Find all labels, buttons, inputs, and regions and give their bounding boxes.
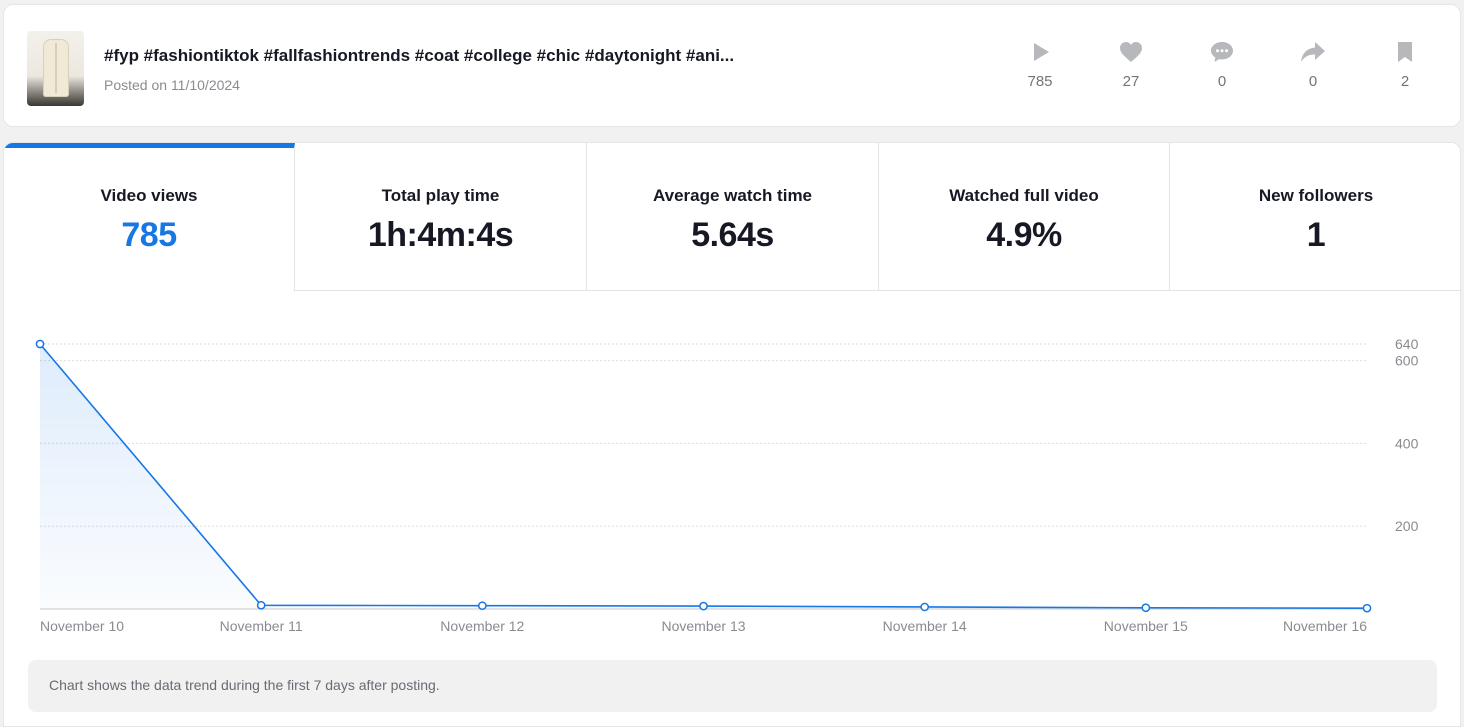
y-tick-label: 600 bbox=[1395, 353, 1419, 369]
heart-icon bbox=[1120, 42, 1142, 62]
tab-video-views[interactable]: Video views 785 bbox=[4, 143, 295, 291]
stat-comments: 0 bbox=[1192, 41, 1252, 90]
stat-likes-value: 27 bbox=[1122, 73, 1140, 90]
stat-saves-value: 2 bbox=[1400, 73, 1410, 90]
tab-average-watch-time-label: Average watch time bbox=[652, 186, 813, 205]
post-title[interactable]: #fyp #fashiontiktok #fallfashiontrends #… bbox=[104, 46, 734, 66]
video-thumbnail[interactable] bbox=[27, 31, 84, 106]
data-point bbox=[477, 601, 487, 611]
views-chart: 200 400 600 640 November 10 November 11 Novemb… bbox=[4, 313, 1460, 643]
x-tick-label: November 16 bbox=[1283, 618, 1367, 634]
stat-views-value: 785 bbox=[1027, 73, 1053, 90]
data-point bbox=[35, 339, 45, 349]
views-chart-svg: 200 400 600640 November 10 November 11 Novemb… bbox=[35, 336, 1419, 634]
x-tick-label: November 10 bbox=[40, 618, 124, 634]
data-point bbox=[1141, 603, 1151, 613]
data-point bbox=[920, 602, 930, 612]
tab-watched-full-video-value: 4.9% bbox=[986, 216, 1062, 254]
series-area bbox=[40, 344, 1367, 609]
x-tick-label: November 12 bbox=[440, 618, 524, 634]
x-tick-label: November 15 bbox=[1104, 618, 1188, 634]
tab-new-followers-label: New followers bbox=[1258, 186, 1374, 205]
stat-shares: 0 bbox=[1283, 41, 1343, 90]
tab-watched-full-video[interactable]: Watched full video 4.9% bbox=[879, 143, 1170, 291]
bookmark-icon bbox=[1398, 42, 1412, 62]
share-icon bbox=[1301, 42, 1325, 62]
tab-total-play-time[interactable]: Total play time 1h:4m:4s bbox=[295, 143, 587, 291]
data-point bbox=[699, 601, 708, 611]
stat-likes: 27 bbox=[1101, 41, 1161, 90]
tab-video-views-label: Video views bbox=[100, 186, 198, 205]
stat-saves: 2 bbox=[1375, 41, 1435, 90]
tab-new-followers[interactable]: New followers 1 bbox=[1170, 143, 1460, 291]
x-tick-label: November 14 bbox=[883, 618, 967, 634]
x-tick-label: November 13 bbox=[661, 618, 745, 634]
tab-average-watch-time-value: 5.64s bbox=[691, 216, 774, 254]
coat-image bbox=[43, 39, 69, 97]
tab-average-watch-time[interactable]: Average watch time 5.64s bbox=[587, 143, 879, 291]
x-tick-label: November 11 bbox=[220, 618, 303, 634]
y-tick-label: 640 bbox=[1395, 336, 1419, 352]
y-tick-label: 200 bbox=[1395, 518, 1419, 534]
stat-shares-value: 0 bbox=[1308, 73, 1318, 90]
series-line bbox=[39, 343, 1368, 609]
tab-new-followers-value: 1 bbox=[1306, 216, 1326, 254]
play-icon bbox=[1034, 43, 1049, 61]
data-point bbox=[1362, 603, 1372, 613]
tab-total-play-time-value: 1h:4m:4s bbox=[367, 216, 514, 254]
post-card: #fyp #fashiontiktok #fallfashiontrends #… bbox=[3, 4, 1461, 127]
tab-video-views-value: 785 bbox=[121, 216, 177, 254]
metrics-card: Video views 785 Total play time 1h:4m:4s… bbox=[3, 142, 1461, 727]
tab-total-play-time-label: Total play time bbox=[381, 186, 500, 205]
comment-icon bbox=[1211, 42, 1233, 62]
stat-views: 785 bbox=[1010, 41, 1070, 90]
chart-note: Chart shows the data trend during the fi… bbox=[28, 660, 1437, 712]
stat-comments-value: 0 bbox=[1217, 73, 1227, 90]
tab-watched-full-video-label: Watched full video bbox=[949, 186, 1099, 205]
data-point bbox=[256, 600, 266, 610]
y-tick-label: 400 bbox=[1395, 435, 1419, 451]
post-date: Posted on 11/10/2024 bbox=[104, 77, 240, 93]
